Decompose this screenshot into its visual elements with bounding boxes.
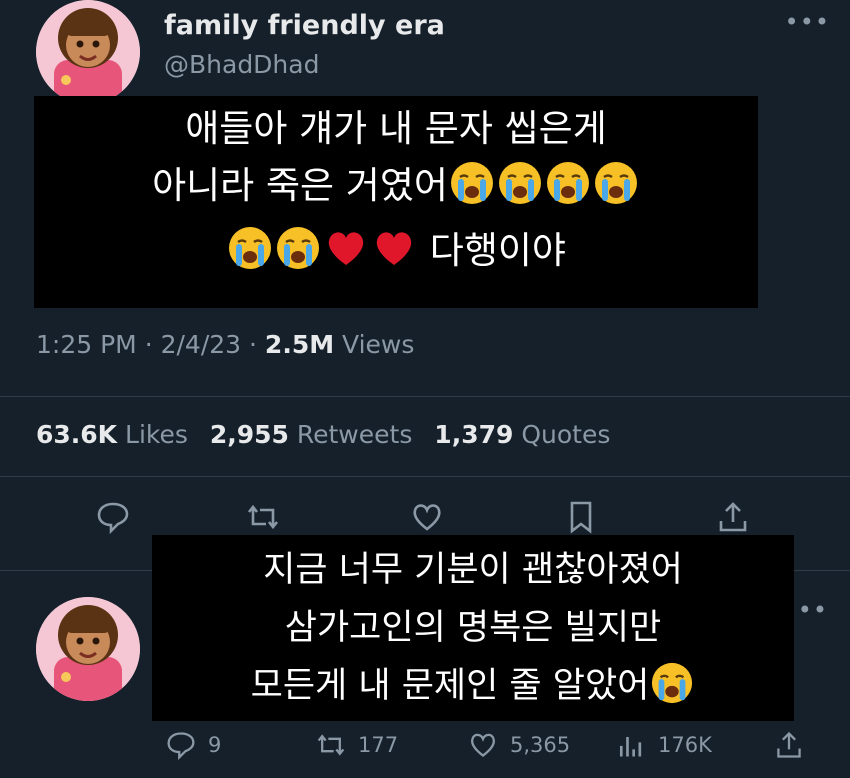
retweets-count: 2,955 xyxy=(209,420,289,449)
views-count: 2.5M xyxy=(264,330,335,359)
loudly-crying-face-icon xyxy=(593,160,639,222)
caption-line-with-emoji: 모든게 내 문제인 줄 알았어 xyxy=(162,657,784,723)
views-label: Views xyxy=(342,330,415,359)
avatar[interactable] xyxy=(36,597,140,701)
like-count: 5,365 xyxy=(510,733,571,757)
views-button[interactable]: 176K xyxy=(616,730,712,760)
tweet-stats: 63.6K Likes 2,955 Retweets 1,379 Quotes xyxy=(36,420,624,449)
loudly-crying-face-icon xyxy=(545,160,591,222)
retweets-label: Retweets xyxy=(296,420,413,449)
tweet-meta: 1:25 PM · 2/4/23 · 2.5M Views xyxy=(36,330,414,359)
reply-icon xyxy=(167,732,195,760)
likes-label: Likes xyxy=(125,420,188,449)
caption-text: 다행이야 xyxy=(429,229,566,272)
divider xyxy=(0,396,850,397)
caption-line-with-emoji: 아니라 죽은 거였어 xyxy=(44,157,748,222)
caption-line: 애들아 걔가 내 문자 씹은게 xyxy=(185,107,607,150)
loudly-crying-face-icon xyxy=(650,661,694,723)
red-heart-icon xyxy=(371,225,417,287)
views-chart-icon xyxy=(619,737,642,757)
avatar[interactable] xyxy=(36,0,140,104)
quotes-label: Quotes xyxy=(521,420,611,449)
likes-count: 63.6K xyxy=(36,420,118,449)
loudly-crying-face-icon xyxy=(227,225,273,287)
like-button[interactable]: 5,365 xyxy=(468,730,570,760)
divider xyxy=(0,476,850,477)
retweet-button[interactable]: 177 xyxy=(316,730,398,760)
likes-stat[interactable]: 63.6K Likes xyxy=(36,420,188,449)
retweet-count: 177 xyxy=(358,733,399,757)
loudly-crying-face-icon xyxy=(449,160,495,222)
avatar-cartoon-girl-image xyxy=(36,0,140,104)
retweet-icon[interactable] xyxy=(246,500,280,534)
tweet-action-bar xyxy=(0,500,850,540)
reply-action-bar: 9 177 5,365 176K xyxy=(0,730,850,770)
reply-count: 9 xyxy=(208,733,222,757)
share-icon xyxy=(777,731,801,758)
like-icon xyxy=(471,733,495,758)
retweets-stat[interactable]: 2,955 Retweets xyxy=(210,420,413,449)
meta-separator: · xyxy=(144,330,153,359)
caption-line: 지금 너무 기분이 괜찮아졌어 xyxy=(263,550,683,590)
user-handle[interactable]: @BhadDhad xyxy=(164,50,319,79)
reply-button[interactable]: 9 xyxy=(166,730,221,760)
display-name[interactable]: family friendly era xyxy=(164,10,445,41)
red-heart-icon xyxy=(323,225,369,287)
bookmark-icon[interactable] xyxy=(564,500,598,534)
more-dots-icon[interactable]: ••• xyxy=(785,8,830,36)
share-icon[interactable] xyxy=(716,500,750,534)
quotes-stat[interactable]: 1,379 Quotes xyxy=(434,420,610,449)
caption-line-with-emoji: 다행이야 xyxy=(44,222,748,287)
retweet-icon xyxy=(317,734,345,756)
caption-text: 모든게 내 문제인 줄 알았어 xyxy=(250,666,650,706)
share-button[interactable] xyxy=(774,730,816,760)
like-icon[interactable] xyxy=(410,500,444,534)
loudly-crying-face-icon xyxy=(275,225,321,287)
loudly-crying-face-icon xyxy=(497,160,543,222)
caption-line: 삼가고인의 명복은 빌지만 xyxy=(284,608,662,648)
avatar-cartoon-girl-image xyxy=(36,597,140,701)
tweet-time[interactable]: 1:25 PM xyxy=(36,330,137,359)
caption-text: 아니라 죽은 거였어 xyxy=(152,164,448,207)
quotes-count: 1,379 xyxy=(434,420,514,449)
meta-separator: · xyxy=(249,330,257,359)
caption-overlay-bottom: 지금 너무 기분이 괜찮아졌어 삼가고인의 명복은 빌지만 모든게 내 문제인 … xyxy=(152,535,794,721)
caption-overlay-top: 애들아 걔가 내 문자 씹은게 아니라 죽은 거였어 다행이야 xyxy=(34,96,758,308)
tweet-date[interactable]: 2/4/23 xyxy=(161,330,241,359)
reply-icon[interactable] xyxy=(96,500,130,535)
views-count: 176K xyxy=(658,733,712,757)
